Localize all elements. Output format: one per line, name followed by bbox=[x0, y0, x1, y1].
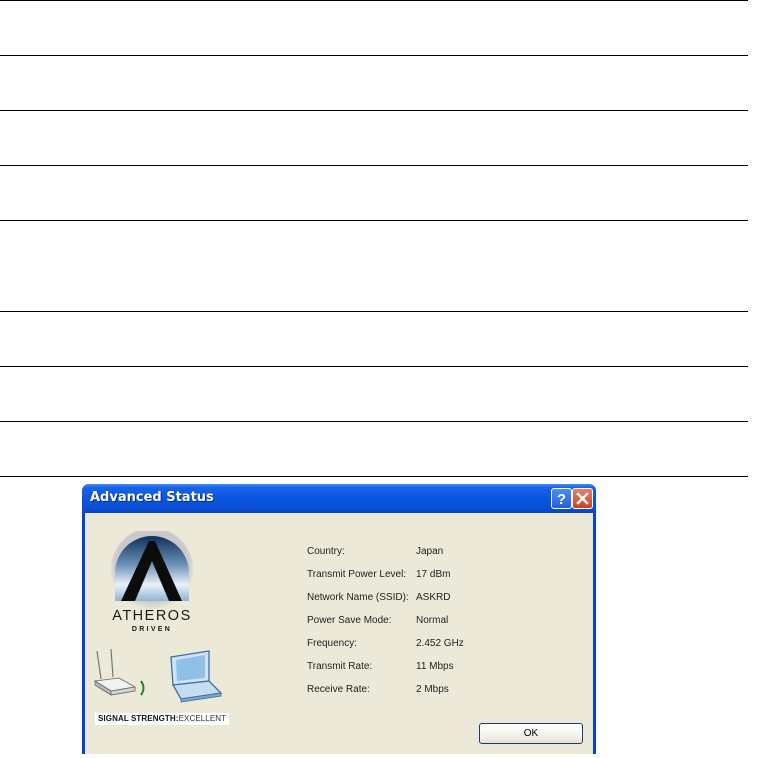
table-rule bbox=[0, 220, 748, 221]
logo-brand-text: ATHEROS bbox=[112, 608, 192, 624]
power-save-mode-label: Power Save Mode: bbox=[307, 615, 392, 626]
country-label: Country: bbox=[307, 546, 345, 557]
logo-tagline-text: DRIVEN bbox=[132, 626, 172, 633]
frequency-value: 2.452 GHz bbox=[416, 638, 464, 649]
signal-strength-value: EXCELLENT bbox=[178, 714, 227, 723]
transmit-power-value: 17 dBm bbox=[416, 569, 451, 580]
receive-rate-label: Receive Rate: bbox=[307, 684, 370, 695]
signal-strength-indicator: SIGNAL STRENGTH:EXCELLENT bbox=[95, 713, 230, 725]
table-rule bbox=[0, 55, 748, 56]
table-rule bbox=[0, 311, 748, 312]
table-rule bbox=[0, 421, 748, 422]
table-rule bbox=[0, 0, 748, 1]
country-value: Japan bbox=[416, 546, 444, 557]
transmit-rate-label: Transmit Rate: bbox=[307, 661, 373, 672]
atheros-logo: ATHEROS DRIVEN bbox=[111, 531, 193, 633]
help-button[interactable]: ? bbox=[551, 488, 572, 509]
table-rule bbox=[0, 165, 748, 166]
frequency-label: Frequency: bbox=[307, 638, 358, 649]
power-save-mode-value: Normal bbox=[416, 615, 449, 626]
transmit-power-label: Transmit Power Level: bbox=[307, 569, 407, 580]
receive-rate-value: 2 Mbps bbox=[416, 684, 449, 695]
ok-button[interactable]: OK bbox=[479, 723, 583, 744]
dialog-body: ATHEROS DRIVEN SIGNAL STRENGTH:EXCELLENT… bbox=[85, 513, 593, 754]
table-rule bbox=[0, 110, 748, 111]
dialog-title: Advanced Status bbox=[90, 490, 214, 505]
title-bar[interactable]: Advanced Status ? bbox=[82, 484, 596, 513]
advanced-status-dialog: Advanced Status ? ATHEROS DRIVEN SIGNAL … bbox=[82, 484, 596, 754]
table-rule bbox=[0, 476, 748, 477]
svg-text:?: ? bbox=[557, 491, 566, 508]
network-name-value: ASKRD bbox=[416, 592, 451, 603]
table-rule bbox=[0, 366, 748, 367]
router-laptop-icon bbox=[93, 648, 223, 703]
network-name-label: Network Name (SSID): bbox=[307, 592, 409, 603]
signal-strength-label: SIGNAL STRENGTH: bbox=[98, 714, 179, 723]
close-button[interactable] bbox=[572, 488, 593, 509]
question-mark-icon: ? bbox=[557, 491, 566, 508]
transmit-rate-value: 11 Mbps bbox=[416, 661, 454, 672]
close-x-icon bbox=[576, 492, 589, 505]
